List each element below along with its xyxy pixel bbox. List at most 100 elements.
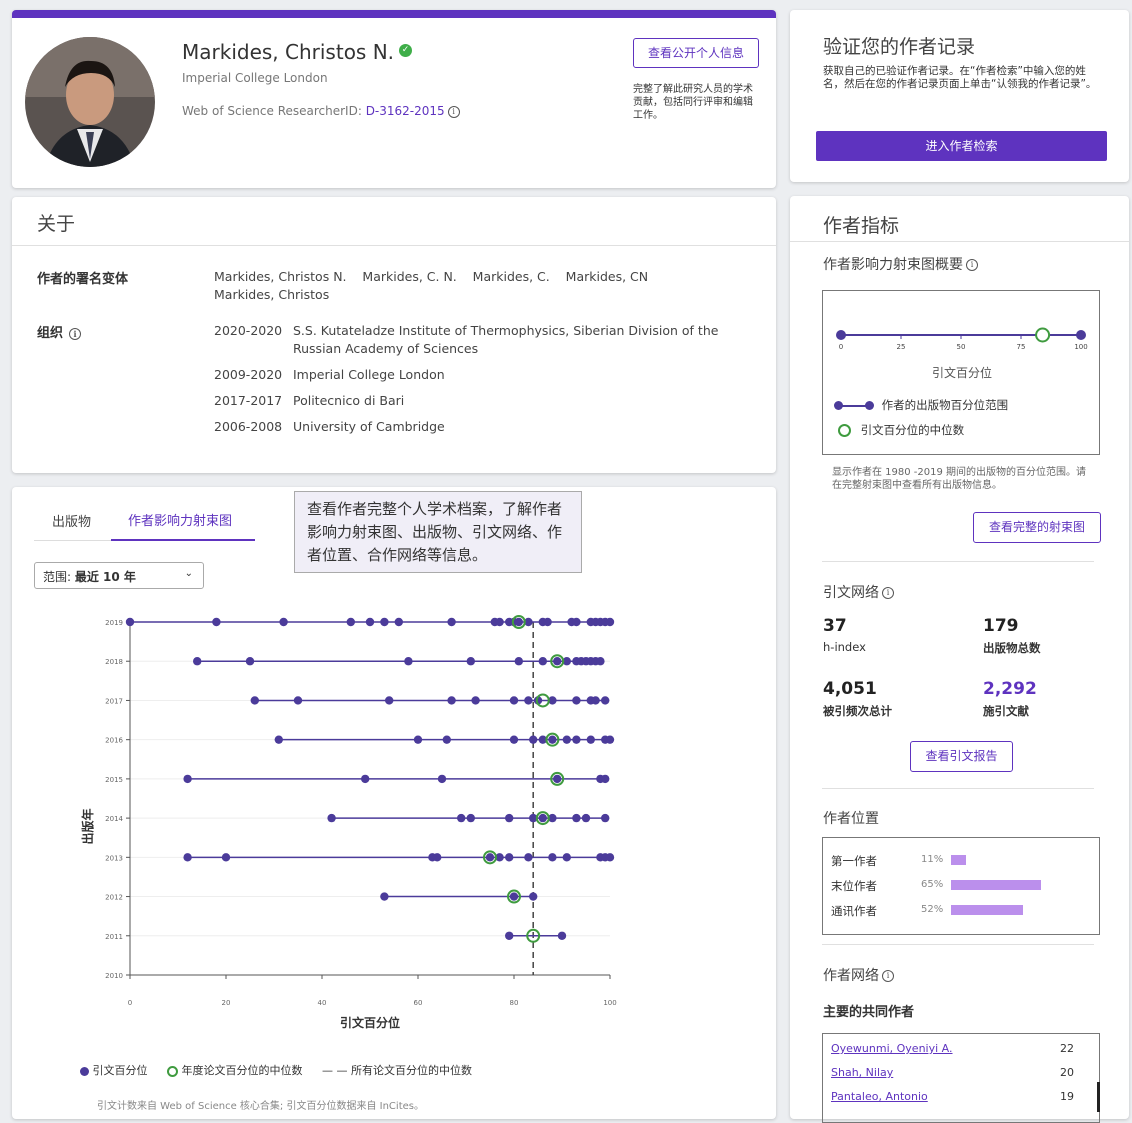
- data-point: [548, 735, 557, 744]
- org-years: 2006-2008: [214, 419, 283, 434]
- data-point: [293, 696, 303, 705]
- view-public-profile-button[interactable]: 查看公开个人信息: [633, 38, 759, 68]
- x-tick-label: 60: [414, 999, 423, 1007]
- position-pct: 65%: [921, 879, 944, 890]
- tab-active-underline: [111, 539, 255, 541]
- data-point: [586, 735, 595, 744]
- chevron-down-icon: ⌄: [184, 568, 193, 579]
- data-point: [538, 813, 547, 823]
- data-point: [346, 617, 355, 627]
- position-pct: 52%: [921, 904, 944, 915]
- data-point: [221, 853, 231, 862]
- author-network-title: 作者网络 i: [823, 965, 894, 985]
- citation-report-button[interactable]: 查看引文报告: [910, 741, 1013, 772]
- y-axis-label: 出版年: [80, 808, 95, 844]
- data-point: [572, 735, 581, 744]
- legend-overall-median: 所有论文百分位的中位数: [351, 1064, 472, 1077]
- metrics-divider: [822, 788, 1094, 789]
- position-bar: [951, 880, 1041, 890]
- x-axis-label: 引文百分位: [340, 1015, 400, 1030]
- legend-dash-icon: — —: [322, 1064, 348, 1077]
- coauthor-count: 22: [1060, 1042, 1074, 1055]
- info-icon[interactable]: i: [882, 587, 894, 599]
- summary-title: 作者影响力射束图概要 i: [823, 254, 978, 274]
- pubs-value: 179: [983, 616, 1019, 636]
- coauthor-link[interactable]: Pantaleo, Antonio: [831, 1090, 928, 1103]
- y-tick-label: 2018: [105, 658, 123, 666]
- citation-network-title: 引文网络 i: [823, 582, 894, 602]
- data-point: [553, 657, 562, 666]
- range-select[interactable]: 范围: 最近 10 年 ⌄: [34, 562, 204, 589]
- data-point: [605, 735, 615, 744]
- coauthor-count: 20: [1060, 1066, 1074, 1079]
- name-variants: Markides, Christos N. Markides, C. N. Ma…: [214, 269, 665, 302]
- pubs-label: 出版物总数: [983, 641, 1041, 655]
- verify-title: 验证您的作者记录: [823, 36, 976, 58]
- org-years: 2020-2020: [214, 323, 283, 338]
- chart-legend: 引文百分位 年度论文百分位的中位数 — — 所有论文百分位的中位数: [80, 1062, 472, 1078]
- y-tick-label: 2012: [105, 894, 123, 902]
- org-years: 2017-2017: [214, 393, 283, 408]
- x-tick-label: 100: [603, 999, 616, 1007]
- data-point: [380, 892, 389, 901]
- mini-tick-label: 50: [957, 343, 966, 351]
- org-name: S.S. Kutateladze Institute of Thermophys…: [293, 323, 719, 356]
- info-icon[interactable]: i: [966, 259, 978, 271]
- x-tick-label: 80: [510, 999, 519, 1007]
- x-tick-label: 40: [318, 999, 327, 1007]
- x-tick-label: 20: [222, 999, 231, 1007]
- data-point: [183, 853, 192, 862]
- h-index-value: 37: [823, 616, 847, 636]
- researcher-id: Web of Science ResearcherID: D-3162-2015…: [182, 104, 460, 118]
- data-point: [572, 813, 581, 823]
- scrollbar[interactable]: [1097, 1082, 1100, 1112]
- tab-beamplot[interactable]: 作者影响力射束图: [128, 510, 232, 529]
- y-tick-label: 2016: [105, 737, 123, 745]
- tab-publications[interactable]: 出版物: [52, 511, 91, 530]
- data-point: [193, 657, 202, 666]
- data-point: [125, 617, 135, 627]
- researcher-id-link[interactable]: D-3162-2015: [366, 104, 445, 118]
- view-public-note: 完整了解此研究人员的学术贡献，包括同行评审和编辑工作。: [633, 84, 753, 121]
- data-point: [601, 774, 610, 784]
- info-icon[interactable]: i: [447, 105, 460, 118]
- beamplot-chart: 2010 2011 2012 2013 2014 2015 2016 2017 2018 2019…: [80, 615, 617, 1030]
- y-tick-label: 2017: [105, 697, 123, 705]
- data-point: [327, 813, 336, 823]
- data-point: [514, 617, 523, 627]
- position-title: 作者位置: [823, 811, 879, 827]
- info-icon[interactable]: i: [882, 970, 894, 982]
- view-full-beamplot-button[interactable]: 查看完整的射束图: [973, 512, 1101, 543]
- data-point: [471, 696, 480, 705]
- avatar: [25, 37, 155, 167]
- data-point: [505, 813, 514, 823]
- data-point: [437, 774, 447, 784]
- y-tick-label: 2013: [105, 854, 123, 862]
- legend-circle-icon: [167, 1065, 178, 1077]
- times-cited-label: 被引频次总计: [823, 704, 892, 718]
- data-point: [601, 696, 610, 705]
- data-point: [466, 657, 475, 666]
- org-name: University of Cambridge: [293, 419, 445, 434]
- info-icon[interactable]: i: [69, 327, 82, 340]
- coauthor-count: 19: [1060, 1090, 1074, 1103]
- coauthor-link[interactable]: Oyewunmi, Oyeniyi A.: [831, 1042, 953, 1055]
- citing-articles-value[interactable]: 2,292: [983, 679, 1037, 699]
- mini-median-marker: [1035, 327, 1051, 343]
- author-search-button[interactable]: 进入作者检索: [816, 131, 1107, 161]
- org-name: Politecnico di Bari: [293, 393, 405, 408]
- x-tick-label: 0: [128, 999, 132, 1007]
- data-point: [548, 853, 557, 862]
- data-point: [572, 696, 581, 705]
- coauthor-link[interactable]: Shah, Nilay: [831, 1066, 893, 1079]
- data-point: [361, 774, 370, 784]
- author-institution: Imperial College London: [182, 71, 328, 85]
- mini-legend-range: 作者的出版物百分位范围: [834, 397, 1008, 413]
- data-point: [433, 853, 442, 862]
- data-point: [543, 617, 552, 627]
- data-point: [529, 892, 538, 901]
- data-point: [605, 853, 615, 862]
- data-point: [562, 735, 571, 744]
- y-tick-label: 2019: [105, 619, 123, 627]
- data-point: [413, 735, 423, 744]
